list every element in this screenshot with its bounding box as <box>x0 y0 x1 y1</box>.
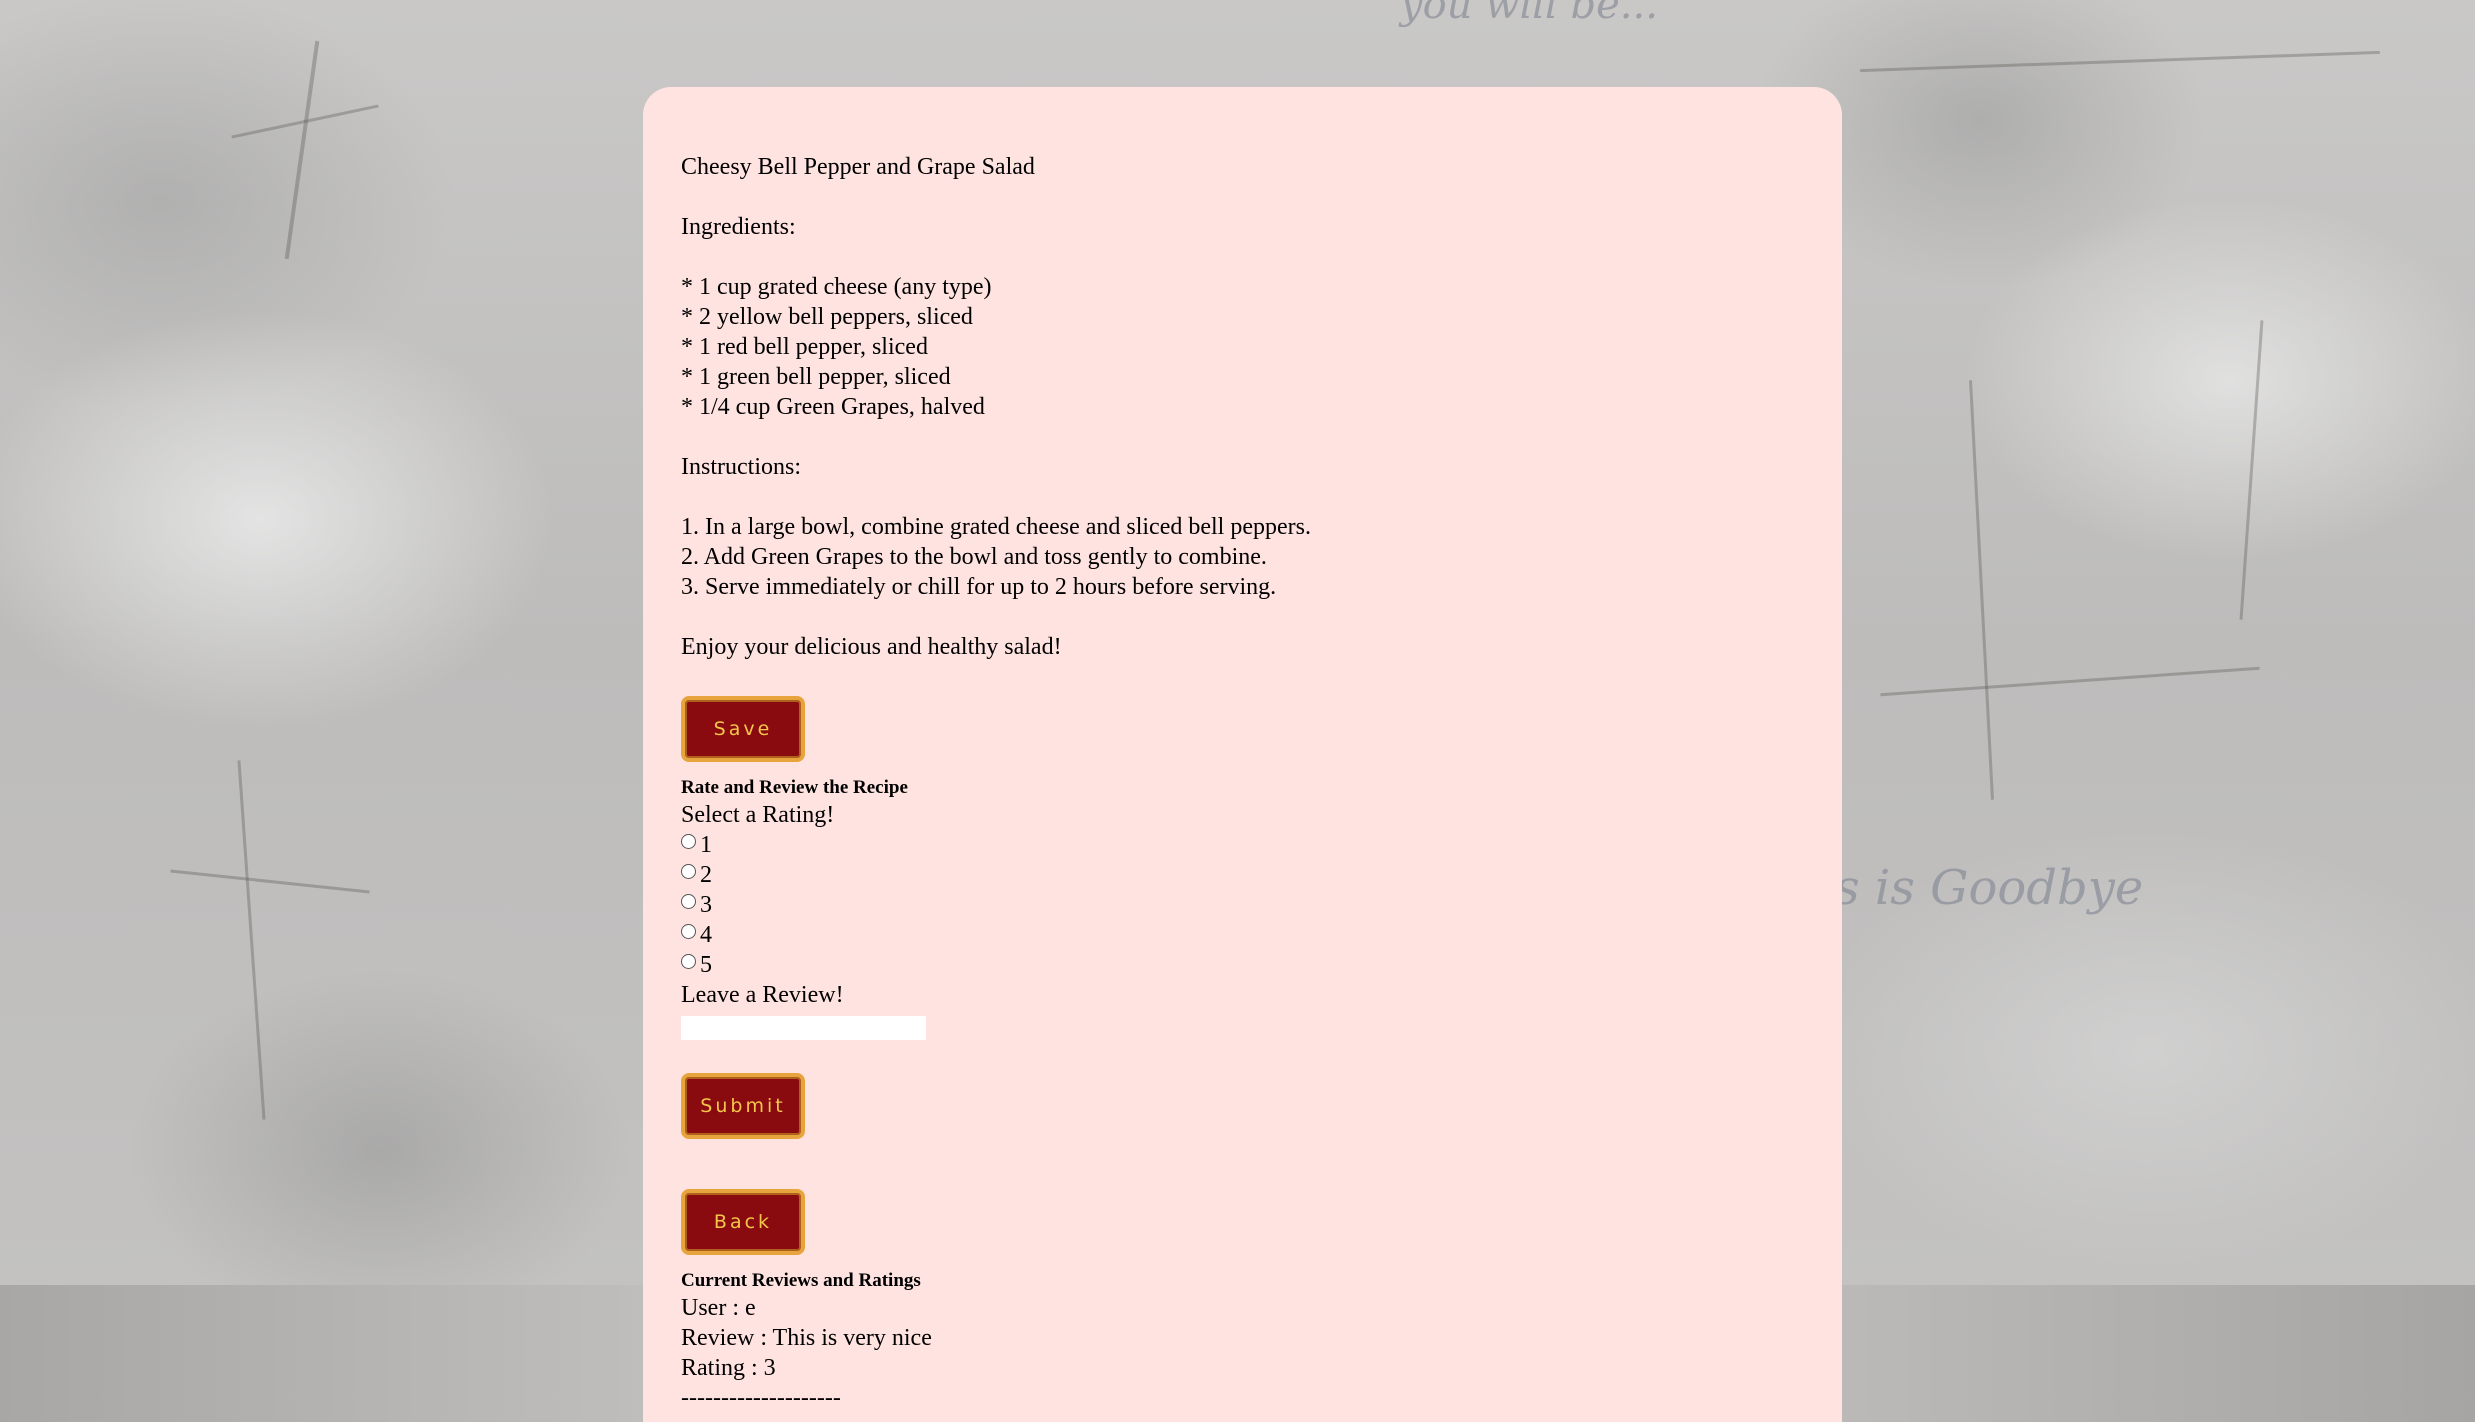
review-user: User : e <box>681 1295 756 1321</box>
rating-option-label: 2 <box>700 862 712 888</box>
rating-option-5[interactable]: 5 <box>681 950 1311 980</box>
review-separator: -------------------- <box>681 1385 841 1411</box>
review-input[interactable] <box>681 1016 926 1040</box>
rating-prompt: Select a Rating! <box>681 802 835 828</box>
instruction-step: 3. Serve immediately or chill for up to … <box>681 574 1277 600</box>
rating-radio-3[interactable] <box>681 893 696 909</box>
submit-button[interactable]: Submit <box>681 1073 805 1139</box>
rating-radio-1[interactable] <box>681 833 696 849</box>
review-form-heading: Rate and Review the Recipe <box>681 777 908 798</box>
ingredient-item: * 2 yellow bell peppers, sliced <box>681 304 973 330</box>
ingredient-item: * 1 cup grated cheese (any type) <box>681 274 992 300</box>
instruction-step: 2. Add Green Grapes to the bowl and toss… <box>681 544 1267 570</box>
rating-option-4[interactable]: 4 <box>681 920 1311 950</box>
ingredients-heading: Ingredients: <box>681 214 796 240</box>
background-top-decor-text: you will be... <box>1400 0 1658 28</box>
ingredient-item: * 1/4 cup Green Grapes, halved <box>681 394 985 420</box>
ingredient-item: * 1 red bell pepper, sliced <box>681 334 928 360</box>
rating-option-label: 4 <box>700 922 712 948</box>
rating-option-3[interactable]: 3 <box>681 890 1311 920</box>
save-button[interactable]: Save <box>681 696 805 762</box>
instruction-step: 1. In a large bowl, combine grated chees… <box>681 514 1311 540</box>
review-prompt: Leave a Review! <box>681 982 844 1008</box>
rating-radio-5[interactable] <box>681 953 696 969</box>
recipe-closing: Enjoy your delicious and healthy salad! <box>681 634 1062 660</box>
rating-radio-4[interactable] <box>681 923 696 939</box>
back-button[interactable]: Back <box>681 1189 805 1255</box>
ingredient-item: * 1 green bell pepper, sliced <box>681 364 951 390</box>
rating-option-2[interactable]: 2 <box>681 860 1311 890</box>
background-decor-text: s is Goodbye <box>1835 860 2144 916</box>
recipe-title: Cheesy Bell Pepper and Grape Salad <box>681 154 1035 180</box>
rating-option-label: 3 <box>700 892 712 918</box>
rating-radio-2[interactable] <box>681 863 696 879</box>
instructions-heading: Instructions: <box>681 454 801 480</box>
current-reviews-heading: Current Reviews and Ratings <box>681 1270 921 1291</box>
review-rating: Rating : 3 <box>681 1355 776 1381</box>
review-text: Review : This is very nice <box>681 1325 932 1351</box>
rating-option-label: 5 <box>700 952 712 978</box>
rating-option-1[interactable]: 1 <box>681 830 1311 860</box>
recipe-content: Cheesy Bell Pepper and Grape Salad Ingre… <box>681 152 1311 1413</box>
rating-option-label: 1 <box>700 832 712 858</box>
